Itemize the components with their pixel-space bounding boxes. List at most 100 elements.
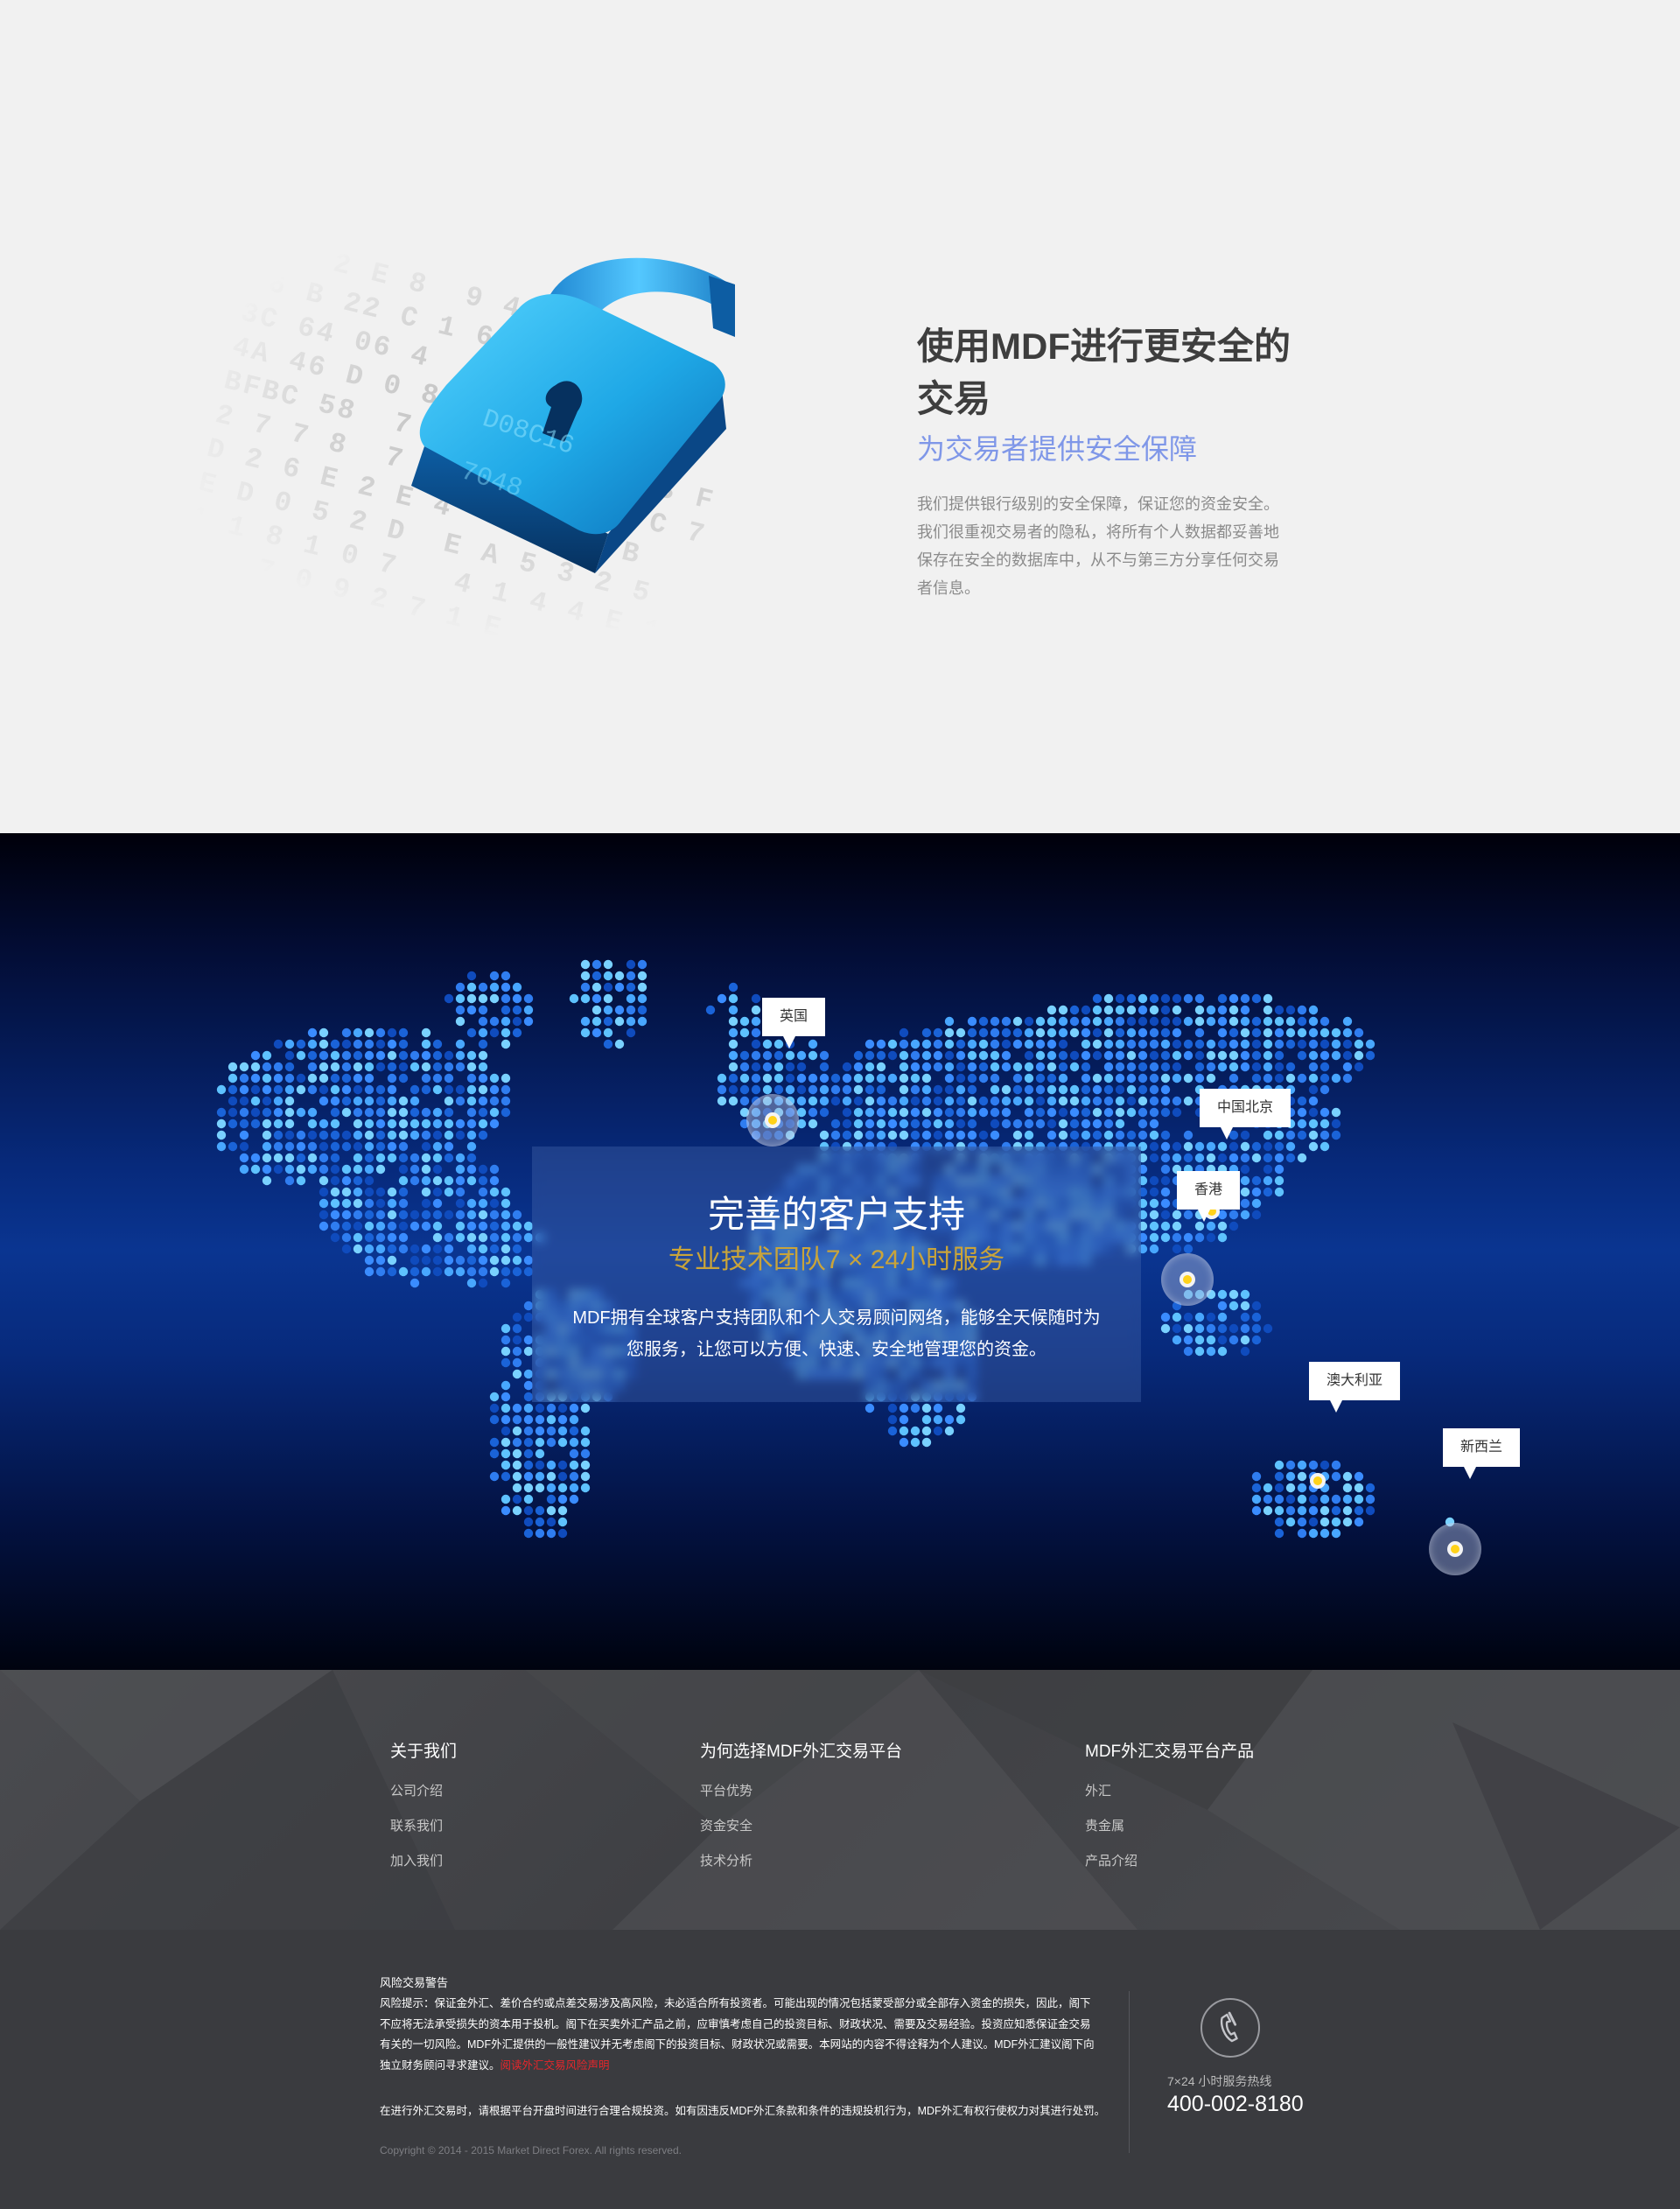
map-dot [933,1050,943,1061]
map-dot [307,1027,318,1038]
map-dot [353,1187,363,1197]
risk-statement-link[interactable]: 阅读外汇交易风险声明 [500,2059,610,2072]
map-dot [489,1210,500,1220]
map-dot [580,959,591,970]
map-dot [1240,1323,1250,1334]
map-dot [262,1141,272,1152]
map-dot [1035,1050,1046,1061]
map-dot [466,1255,477,1266]
map-dot [353,1073,363,1083]
map-dot [262,1119,272,1129]
map-dot [489,1164,500,1175]
map-dot [1206,1312,1216,1322]
map-dot [398,1175,409,1186]
map-dot [1126,1016,1137,1027]
map-dot [364,1027,374,1038]
map-dot [1035,1119,1046,1129]
map-dot [1206,1073,1216,1083]
map-dot [444,1210,454,1220]
map-dot [341,1027,352,1038]
footer-link-join[interactable]: 加入我们 [390,1844,457,1879]
map-dot [910,1073,920,1083]
map-dot [842,1084,852,1095]
map-dot [410,1255,420,1266]
map-dot [910,1084,920,1095]
map-dot [273,1039,284,1049]
footer-link-forex[interactable]: 外汇 [1085,1774,1254,1809]
map-dot [512,1323,522,1334]
map-dot [569,1448,579,1459]
map-dot [1126,1084,1137,1095]
map-dot [1160,1130,1171,1140]
map-dot [1297,1016,1307,1027]
city-label: 香港 [1177,1171,1241,1222]
footer-link-precious-metals[interactable]: 贵金属 [1085,1809,1254,1844]
map-dot [1012,1096,1023,1106]
map-dot [432,1119,443,1129]
map-dot [444,993,454,1004]
footer-link-contact[interactable]: 联系我们 [390,1809,457,1844]
map-dot [944,1016,955,1027]
map-dot [466,1244,477,1254]
map-dot [307,1039,318,1049]
map-dot [933,1414,943,1425]
footer-link-product-intro[interactable]: 产品介绍 [1085,1844,1254,1879]
map-dot [910,1062,920,1072]
map-dot [1263,1175,1273,1186]
map-dot [353,1027,363,1038]
map-dot [364,1130,374,1140]
map-dot [1285,1073,1296,1083]
map-dot [489,1175,500,1186]
map-dot [500,1437,511,1448]
map-dot [432,1073,443,1083]
map-dot [1012,1062,1023,1072]
footer-link-fund-security[interactable]: 资金安全 [700,1809,902,1844]
map-dot [956,1414,966,1425]
map-dot [273,1062,284,1072]
map-dot [375,1153,386,1163]
map-dot [1001,1107,1012,1118]
map-dot [512,1471,522,1482]
map-dot [887,1073,898,1083]
footer-link-technical-analysis[interactable]: 技术分析 [700,1844,902,1879]
map-dot [864,1119,875,1129]
map-dot [307,1050,318,1061]
map-dot [1320,1039,1330,1049]
map-dot [1149,1107,1159,1118]
copyright: Copyright © 2014 - 2015 Market Direct Fo… [380,2144,682,2156]
map-dot [330,1175,340,1186]
map-dot [421,1244,431,1254]
map-dot [273,1119,284,1129]
map-dot [318,1141,329,1152]
footer-link-advantages[interactable]: 平台优势 [700,1774,902,1809]
map-dot [944,1050,955,1061]
footer-link-company-intro[interactable]: 公司介绍 [390,1774,457,1809]
map-dot [728,1073,738,1083]
map-dot [398,1073,409,1083]
map-dot [603,971,613,981]
map-dot [353,1096,363,1106]
map-dot [933,1107,943,1118]
map-dot [774,1050,784,1061]
map-dot [421,1050,431,1061]
map-dot [557,1483,568,1493]
map-dot [444,1266,454,1277]
map-dot [421,1084,431,1095]
map-dot [899,1130,909,1140]
map-dot [739,1050,750,1061]
map-dot [1149,1153,1159,1163]
map-dot [364,1153,374,1163]
map-dot [410,1062,420,1072]
map-dot [1138,1027,1148,1038]
map-dot [353,1039,363,1049]
map-dot [398,1141,409,1152]
map-dot [1092,1107,1102,1118]
map-dot [455,1096,466,1106]
map-dot [557,1528,568,1539]
map-dot [1206,1335,1216,1345]
map-dot [250,1084,261,1095]
map-dot [1092,993,1102,1004]
map-dot [1149,1027,1159,1038]
map-dot [1012,1016,1023,1027]
map-dot [398,1210,409,1220]
